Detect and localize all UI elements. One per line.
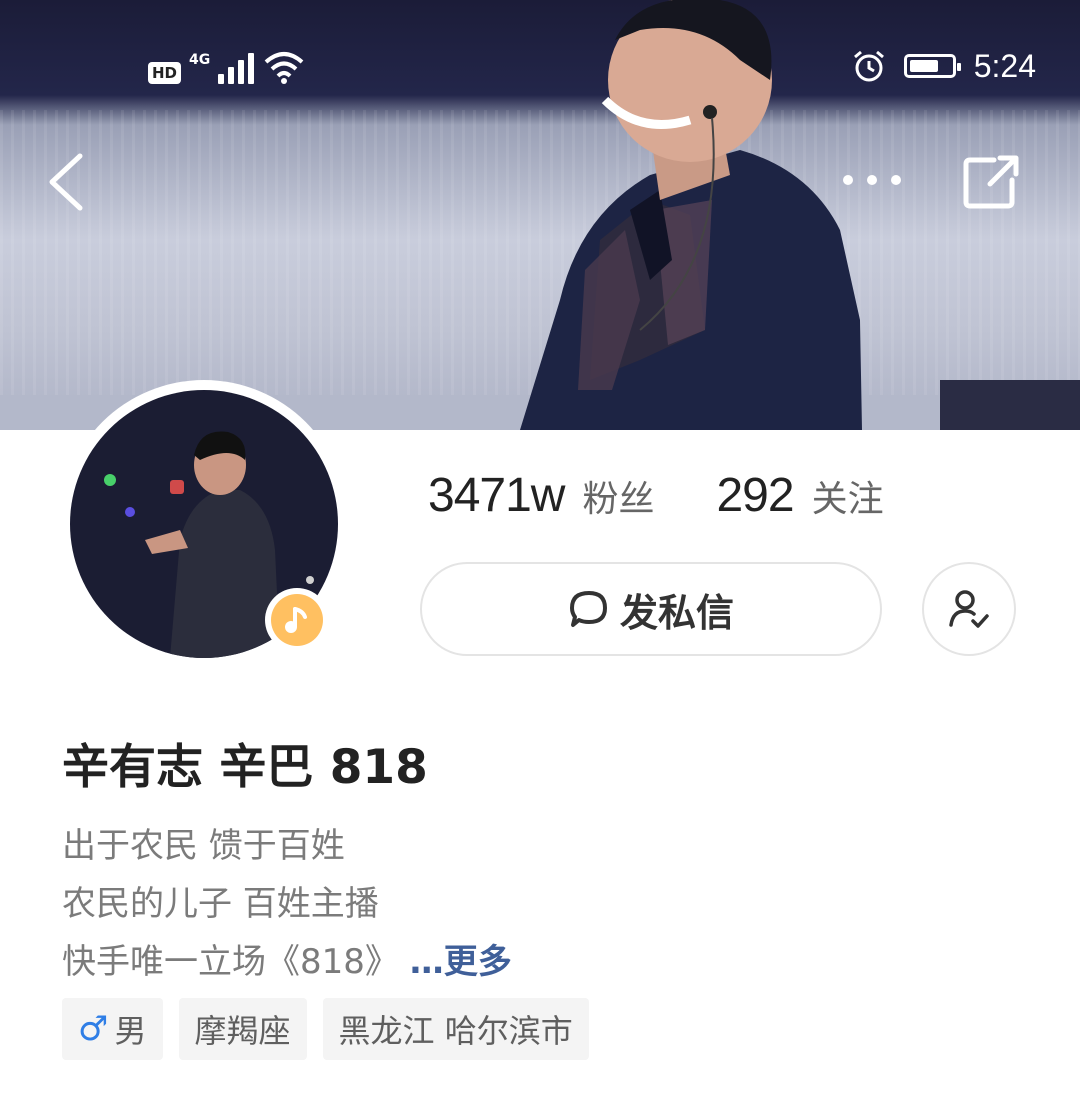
network-type: 4G [189, 52, 211, 68]
more-dots-icon[interactable] [840, 168, 904, 192]
cover-photo: HD 4G 5:24 [0, 0, 1080, 430]
gender-tag: ♂ 男 [62, 998, 163, 1060]
gender-label: 男 [114, 1012, 147, 1050]
profile-name: 辛有志 辛巴 818 [62, 740, 428, 795]
male-icon: ♂ [78, 1009, 109, 1049]
send-message-label: 发私信 [619, 590, 734, 635]
bio-line: 快手唯一立场《818》 …更多 [62, 934, 512, 983]
bio-line: 出于农民 馈于百姓 [62, 826, 345, 866]
share-external-icon[interactable] [960, 152, 1024, 212]
send-message-button[interactable]: 发私信 [420, 562, 882, 656]
bio-more-link[interactable]: …更多 [410, 942, 512, 982]
avatar-badge [265, 588, 329, 652]
following-count[interactable]: 292 [716, 468, 794, 523]
followers-count[interactable]: 3471w [428, 468, 565, 523]
add-friend-icon [949, 590, 989, 628]
zodiac-tag: 摩羯座 [178, 998, 307, 1060]
wifi-icon [264, 52, 304, 84]
hd-indicator: HD [148, 62, 182, 84]
location-tag: 黑龙江 哈尔滨市 [322, 998, 589, 1060]
chat-bubble-icon [569, 591, 607, 627]
clock: 5:24 [973, 47, 1036, 84]
bio-line: 农民的儿子 百姓主播 [62, 884, 379, 924]
location-label: 黑龙江 哈尔滨市 [338, 1012, 573, 1050]
following-label[interactable]: 关注 [812, 470, 884, 522]
battery-icon [903, 54, 961, 78]
music-note-icon [285, 607, 307, 633]
followers-label[interactable]: 粉丝 [582, 470, 654, 522]
alarm-icon [853, 50, 884, 82]
profile-tags: ♂ 男 摩羯座 黑龙江 哈尔滨市 [62, 998, 589, 1060]
signal-icon [218, 50, 255, 84]
bio-text: 快手唯一立场《818》 [62, 942, 399, 982]
profile-stats: 3471w 粉丝 292 关注 [428, 468, 884, 523]
follow-button[interactable] [922, 562, 1016, 656]
zodiac-label: 摩羯座 [194, 1012, 291, 1050]
chevron-left-icon[interactable] [40, 150, 90, 214]
status-bar: HD 4G 5:24 [0, 0, 1080, 130]
